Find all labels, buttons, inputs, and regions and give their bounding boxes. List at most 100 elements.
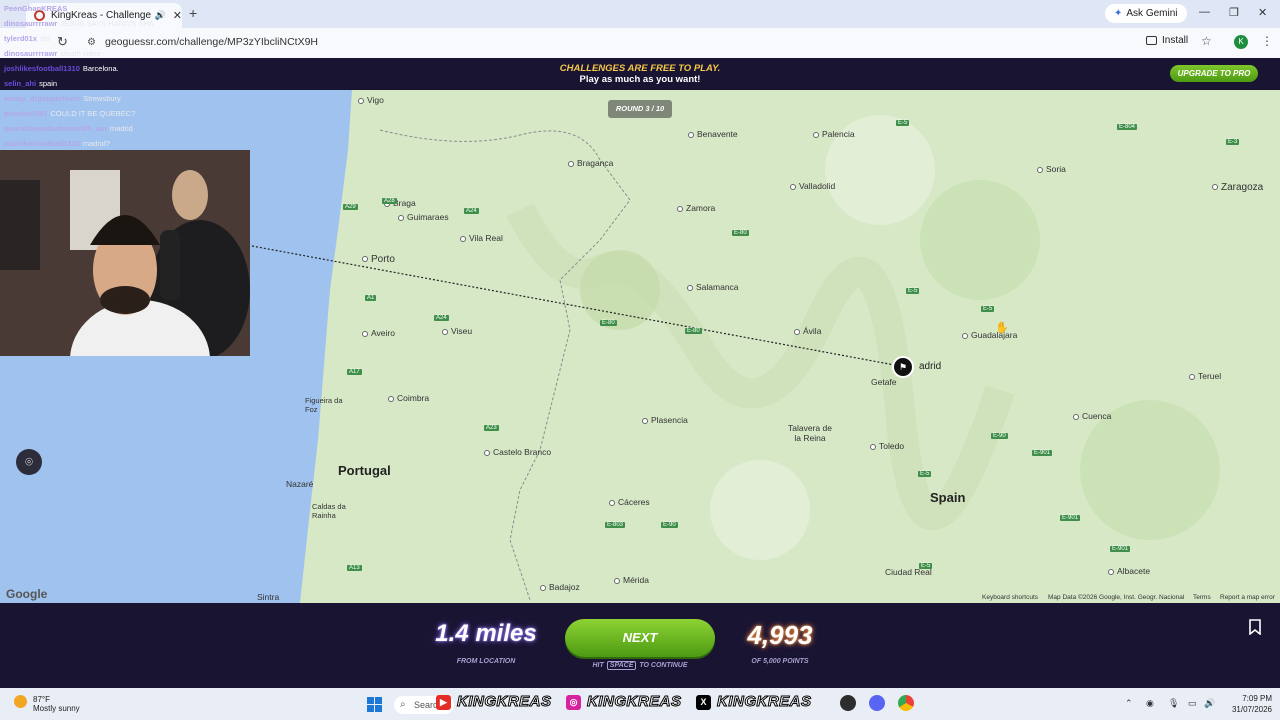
keyboard-shortcuts-link[interactable]: Keyboard shortcuts (982, 594, 1038, 601)
chat-message: phoebe0391 COULD IT BE QUEBEC? (4, 109, 136, 118)
city-label: Mérida (614, 575, 649, 585)
city-label: Palencia (813, 129, 855, 139)
new-tab-button[interactable]: + (189, 5, 197, 21)
chat-message: tylerd01x sfd (4, 34, 50, 43)
youtube-handle: KINGKREAS (457, 693, 552, 711)
city-label: Nazaré (286, 479, 314, 489)
x-handle: KINGKREAS (717, 693, 812, 711)
reload-icon[interactable]: ↻ (57, 34, 68, 50)
clock-date: 31/07/2026 (1231, 705, 1272, 714)
city-label: Benavente (688, 129, 738, 139)
city-label: Vigo (358, 95, 384, 105)
install-icon (1146, 36, 1157, 45)
road-shield: E-5 (896, 120, 910, 126)
chat-message: dinosaurrrrawr ideath videe (4, 49, 101, 58)
guess-marker-flag-icon[interactable]: ⚑ (892, 356, 914, 378)
weather-widget[interactable]: 87°F Mostly sunny (14, 695, 80, 713)
minimize-icon[interactable]: — (1199, 6, 1210, 18)
location-pin-icon[interactable]: ⌾ (16, 449, 42, 475)
webcam-feed (0, 150, 250, 356)
speaker-icon[interactable]: 🔊 (155, 10, 166, 21)
app-icon[interactable] (840, 695, 856, 711)
city-label: Cuenca (1073, 411, 1111, 421)
discord-icon[interactable] (869, 695, 885, 711)
city-label: Badajoz (540, 582, 580, 592)
city-label: Caldas da Rainha (312, 502, 346, 520)
restore-icon[interactable]: ❐ (1229, 6, 1239, 19)
site-info-icon[interactable]: ⚙ (87, 37, 96, 48)
road-shield: E-80 (600, 320, 617, 326)
menu-icon[interactable]: ⋮ (1261, 34, 1273, 48)
promo-banner: CHALLENGES ARE FREE TO PLAY. Play as muc… (0, 58, 1280, 90)
city-label: Braganca (568, 158, 613, 168)
city-label: Toledo (870, 441, 904, 451)
chat-message: emmy_drpepperlover Strewsbury (4, 94, 121, 103)
road-shield: E-803 (605, 522, 626, 528)
road-shield: E-80 (732, 230, 749, 236)
bookmark-icon[interactable] (1248, 619, 1264, 636)
chat-message: joshlikesfootball1310 Barcelona. (4, 64, 119, 73)
chat-message: dinosaurrrrawr JESUS SAYS HANG'S SHA (4, 19, 154, 28)
road-shield: E-5 (906, 288, 920, 294)
google-logo: Google (6, 587, 48, 601)
road-shield: A28 (382, 198, 397, 204)
road-shield: E-901 (1110, 546, 1131, 552)
road-shield: A17 (347, 369, 362, 375)
next-button[interactable]: NEXT (565, 619, 715, 657)
road-shield: E-804 (1117, 124, 1138, 130)
tray-app-icon[interactable]: ◉ (1146, 698, 1154, 709)
install-label: Install (1162, 35, 1189, 46)
road-shield: E-80 (685, 328, 702, 334)
city-label: Aveiro (362, 328, 395, 338)
ask-gemini-button[interactable]: ✦ Ask Gemini (1105, 4, 1187, 23)
upgrade-button[interactable]: UPGRADE TO PRO (1170, 65, 1258, 82)
gemini-icon: ✦ (1114, 8, 1123, 19)
terms-link[interactable]: Terms (1193, 594, 1211, 601)
ask-gemini-label: Ask Gemini (1126, 8, 1178, 19)
city-label: Coimbra (388, 393, 429, 403)
bookmark-star-icon[interactable]: ☆ (1201, 34, 1212, 48)
install-button[interactable]: Install (1146, 35, 1188, 46)
city-label: Ávila (794, 326, 821, 336)
microphone-icon[interactable]: 🎙 (1168, 698, 1179, 709)
score-value: 4,993 (747, 620, 813, 650)
weather-text: Mostly sunny (33, 704, 80, 713)
close-tab-icon[interactable]: ✕ (173, 9, 182, 22)
road-shield: E-901 (1060, 515, 1081, 521)
city-label: Valladolid (790, 181, 835, 191)
city-label: Castelo Branco (484, 447, 551, 457)
city-label: Soria (1037, 164, 1066, 174)
volume-icon[interactable]: 🔊 (1204, 698, 1215, 709)
road-shield: E-90 (991, 433, 1008, 439)
road-shield: A24 (434, 315, 449, 321)
road-shield: A29 (343, 204, 358, 210)
banner-line2: Play as much as you want! (579, 74, 701, 85)
road-shield: E-5 (919, 563, 933, 569)
chat-message: joshlikesfootball1310 madrid? (4, 139, 110, 148)
road-shield: E-901 (1032, 450, 1053, 456)
distance-label: FROM LOCATION (456, 658, 516, 665)
score-label: OF 5,000 POINTS (751, 658, 809, 665)
city-label: Vila Real (460, 233, 503, 243)
city-label: Cáceres (609, 497, 650, 507)
network-icon[interactable]: ▭ (1188, 698, 1197, 709)
round-indicator: ROUND 3 / 10 (608, 100, 672, 118)
webcam-overlay (0, 150, 250, 356)
window-close-icon[interactable]: ✕ (1258, 6, 1267, 19)
taskbar-clock[interactable]: 7:09 PM 31/07/2026 (1222, 693, 1272, 715)
chrome-icon[interactable] (898, 695, 914, 711)
city-label: Guadalajara (962, 330, 1017, 340)
youtube-icon: ▶ (436, 695, 451, 710)
instagram-icon: ◎ (566, 695, 581, 710)
report-map-error-link[interactable]: Report a map error (1220, 594, 1275, 601)
x-icon: X (696, 695, 711, 710)
space-key: SPACE (606, 661, 637, 670)
url-field[interactable]: geoguessr.com/challenge/MP3zYIbcliNCtX9H (105, 36, 318, 48)
city-label: Teruel (1189, 371, 1221, 381)
road-shield: E-5 (981, 306, 995, 312)
profile-avatar[interactable]: K (1234, 35, 1248, 49)
map-data-attribution: Map Data ©2026 Google, Inst. Geogr. Naci… (1048, 594, 1185, 601)
tray-chevron-icon[interactable]: ⌃ (1125, 698, 1133, 709)
windows-start-icon[interactable] (367, 697, 382, 712)
road-shield: E-90 (661, 522, 678, 528)
